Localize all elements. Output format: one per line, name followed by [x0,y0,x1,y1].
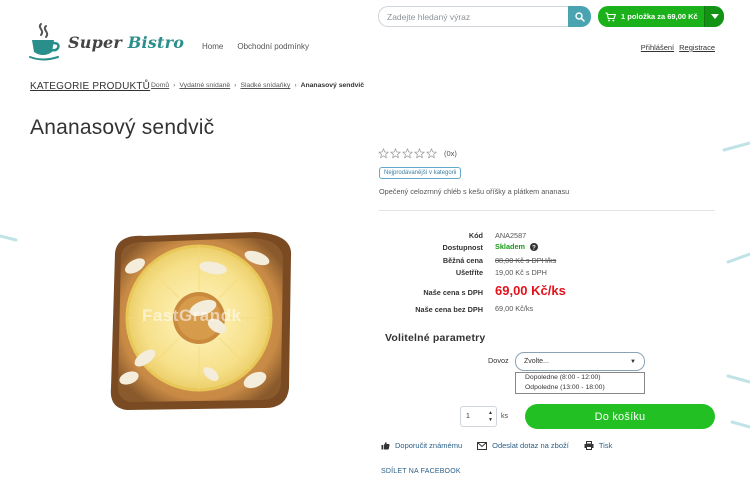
site-logo[interactable]: Super Bistro [28,22,184,62]
help-icon[interactable]: ? [530,242,539,251]
arrow-down-icon[interactable]: ▼ [488,417,493,424]
delivery-option[interactable]: Odpoledne (13:00 - 18:00) [516,383,644,393]
login-link[interactable]: Přihlášení [641,43,674,52]
image-watermark: FastGrandk [142,306,242,325]
coffee-cup-icon [29,23,60,61]
breadcrumb-subcategory[interactable]: Sladké snídaňky [240,82,290,89]
chevron-down-icon: ▼ [630,358,636,365]
nav-home[interactable]: Home [202,42,223,51]
recommend-link[interactable]: Doporučit známému [381,441,462,450]
availability-label: Dostupnost [442,243,483,252]
optional-params-title: Volitelné parametry [385,332,486,344]
breadcrumb-separator: › [173,82,176,89]
cart-icon [605,11,616,21]
print-label: Tisk [598,441,613,450]
delivery-select[interactable]: Zvolte... ▼ [515,352,645,371]
quantity-stepper[interactable]: 1 ▲ ▼ [460,406,497,427]
code-label: Kód [468,231,483,240]
star-icon[interactable] [390,148,401,159]
divider [379,210,715,211]
delivery-options: Dopoledne (8:00 - 12:00) Odpoledne (13:0… [515,372,645,394]
print-link[interactable]: Tisk [584,441,612,450]
thumbs-up-icon [381,442,390,450]
code-value: ANA2587 [495,231,527,240]
cart-label: 1 položka za 69,00 Kč [621,12,698,21]
ask-question-label: Odeslat dotaz na zboží [492,441,569,450]
rating[interactable]: (0x) [378,148,457,159]
delivery-label: Dovoz [488,356,509,365]
quantity-value[interactable]: 1 [461,413,488,420]
cart-button[interactable]: 1 položka za 69,00 Kč [598,6,724,27]
regular-price-value: 88,00 Kč s DPH/ks [495,256,557,265]
svg-text:?: ? [532,245,536,251]
chevron-down-icon [710,14,719,19]
price-value: 69,00 Kč/ks [495,283,566,298]
ask-question-link[interactable]: Odeslat dotaz na zboží [477,441,569,450]
quantity-arrows[interactable]: ▲ ▼ [488,410,496,424]
savings-label: Ušetříte [455,268,483,277]
availability-value: Skladem [495,242,526,251]
price-net-value: 69,00 Kč/ks [495,304,534,313]
share-facebook-link[interactable]: SDÍLET NA FACEBOOK [381,468,461,475]
star-icon[interactable] [426,148,437,159]
delivery-select-value: Zvolte... [524,358,549,365]
bestseller-badge[interactable]: Nejprodávanější v kategorii [379,167,462,179]
delivery-option[interactable]: Dopoledne (8:00 - 12:00) [516,373,644,383]
star-icon[interactable] [414,148,425,159]
main-nav: Home Obchodní podmínky [202,42,309,51]
breadcrumb-separator: › [294,82,297,89]
categories-link[interactable]: KATEGORIE PRODUKTŮ [30,81,150,92]
search-icon [574,11,585,22]
availability-row: Skladem ? [495,242,539,251]
star-icon[interactable] [378,148,389,159]
price-net-label: Naše cena bez DPH [415,305,483,314]
search-button[interactable] [568,6,591,27]
quantity-unit: ks [501,413,508,420]
rating-count: (0x) [444,149,457,158]
product-actions: Doporučit známému Odeslat dotaz na zboží… [381,441,612,450]
breadcrumb-separator: › [234,82,237,89]
regular-price-label: Běžná cena [442,256,483,265]
breadcrumb-current: Ananasový sendvič [300,82,365,89]
star-icon[interactable] [402,148,413,159]
register-link[interactable]: Registrace [679,43,715,52]
page-title: Ananasový sendvič [30,116,215,139]
search-input[interactable] [378,6,568,27]
breadcrumb-home[interactable]: Domů [151,82,169,89]
printer-icon [584,441,594,450]
add-to-cart-button[interactable]: Do košíku [525,404,715,429]
brand-name: Super Bistro [68,32,185,52]
price-label: Naše cena s DPH [423,288,483,297]
breadcrumb-category[interactable]: Vydatné snídaně [179,82,230,89]
savings-value: 19,00 Kč s DPH [495,268,547,277]
account-links: Přihlášení Registrace [641,43,715,52]
search-bar [378,6,591,27]
breadcrumb: Domů › Vydatné snídaně › Sladké snídaňky… [151,82,364,89]
product-description: Opečený celozrnný chléb s kešu oříšky a … [379,187,570,196]
nav-terms[interactable]: Obchodní podmínky [237,42,309,51]
recommend-label: Doporučit známému [395,441,463,450]
cart-summary[interactable]: 1 položka za 69,00 Kč [598,11,704,22]
envelope-icon [477,441,488,450]
arrow-up-icon[interactable]: ▲ [488,410,493,417]
cart-dropdown-toggle[interactable] [704,6,724,27]
